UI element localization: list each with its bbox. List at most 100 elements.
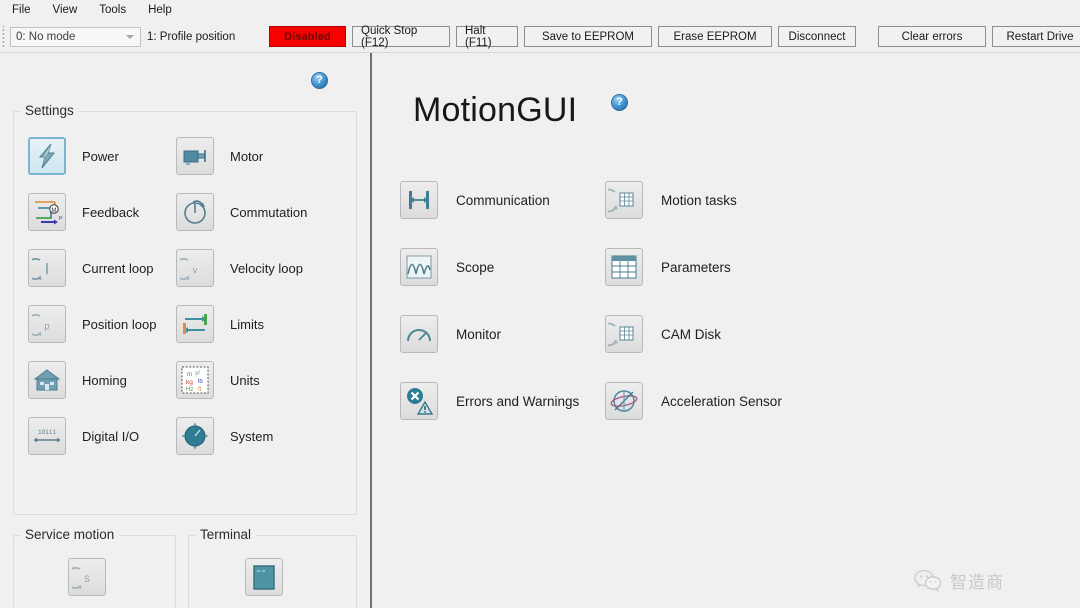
erase-eeprom-button[interactable]: Erase EEPROM	[658, 26, 772, 47]
terminal-legend: Terminal	[195, 527, 257, 542]
status-badge-label: Disabled	[284, 30, 331, 43]
settings-item-label: Current loop	[82, 260, 154, 276]
settings-item-units[interactable]: m s² kg lb Hz ft Units	[176, 361, 260, 399]
svg-text:v: v	[193, 265, 198, 275]
settings-item-label: Feedback	[82, 204, 140, 220]
main-item-label: Communication	[456, 192, 550, 208]
settings-pane: ? Settings Power Motor M P Feedback Comm…	[0, 53, 370, 608]
service-motion-s-icon: S	[68, 558, 106, 596]
settings-item-current-loop[interactable]: Current loop	[28, 249, 154, 287]
toolbar-drag-handle[interactable]	[1, 25, 8, 48]
motiongui-help-button[interactable]: ?	[611, 94, 628, 111]
settings-item-label: Homing	[82, 372, 127, 388]
svg-text:lb: lb	[198, 379, 203, 385]
settings-item-digital-io[interactable]: 10111 Digital I/O	[28, 417, 139, 455]
settings-item-label: Position loop	[82, 316, 157, 332]
settings-group-legend: Settings	[20, 103, 79, 118]
error-warning-icon	[400, 382, 438, 420]
terminal-item[interactable]	[245, 558, 283, 596]
svg-text:10111: 10111	[38, 429, 56, 436]
page-title: MotionGUI	[413, 91, 578, 129]
menu-item-file[interactable]: File	[8, 2, 42, 19]
service-motion-item[interactable]: S	[68, 558, 106, 596]
main-item-label: CAM Disk	[661, 326, 721, 342]
settings-item-velocity-loop[interactable]: v Velocity loop	[176, 249, 303, 287]
main-item-label: Acceleration Sensor	[661, 393, 782, 409]
acceleration-sensor-icon	[605, 382, 643, 420]
settings-item-motor[interactable]: Motor	[176, 137, 263, 175]
menu-item-view[interactable]: View	[49, 2, 89, 19]
cam-disk-icon	[605, 315, 643, 353]
svg-text:P: P	[59, 216, 63, 222]
commutation-dial-icon	[176, 193, 214, 231]
main-item-label: Errors and Warnings	[456, 393, 580, 409]
main-item-cam-disk[interactable]: CAM Disk	[605, 315, 721, 353]
settings-item-power[interactable]: Power	[28, 137, 119, 175]
limits-arrows-icon	[176, 305, 214, 343]
parameters-table-icon	[605, 248, 643, 286]
terminal-window-icon	[245, 558, 283, 596]
settings-item-label: Power	[82, 148, 119, 164]
svg-text:Hz: Hz	[186, 387, 193, 393]
settings-help-button[interactable]: ?	[311, 72, 328, 89]
settings-item-label: Limits	[230, 316, 264, 332]
main-item-label: Parameters	[661, 259, 731, 275]
settings-item-system[interactable]: System	[176, 417, 273, 455]
settings-item-limits[interactable]: Limits	[176, 305, 264, 343]
application-window: File View Tools Help 0: No mode 1: Profi…	[0, 0, 1080, 608]
settings-item-commutation[interactable]: Commutation	[176, 193, 307, 231]
watermark: 智造商	[913, 568, 1004, 593]
menu-item-help[interactable]: Help	[144, 2, 183, 19]
settings-item-label: Velocity loop	[230, 260, 303, 276]
service-motion-legend: Service motion	[20, 527, 120, 542]
disconnect-button[interactable]: Disconnect	[778, 26, 856, 47]
help-question-icon: ?	[311, 72, 328, 89]
settings-item-label: Commutation	[230, 204, 308, 220]
settings-item-feedback[interactable]: M P Feedback	[28, 193, 139, 231]
velocity-loop-icon: v	[176, 249, 214, 287]
current-loop-icon	[28, 249, 66, 287]
units-stamp-icon: m s² kg lb Hz ft	[176, 361, 214, 399]
main-item-communication[interactable]: Communication	[400, 181, 550, 219]
halt-button[interactable]: Halt (F11)	[456, 25, 518, 49]
menu-bar: File View Tools Help	[0, 0, 1080, 21]
main-item-parameters[interactable]: Parameters	[605, 248, 731, 286]
watermark-text: 智造商	[950, 573, 1004, 592]
main-item-motion-tasks[interactable]: Motion tasks	[605, 181, 737, 219]
communication-span-icon	[400, 181, 438, 219]
feedback-loop-icon: M P	[28, 193, 66, 231]
svg-text:p: p	[44, 321, 49, 331]
lightning-bolt-icon	[28, 137, 66, 175]
restart-drive-button[interactable]: Restart Drive	[992, 26, 1080, 47]
quick-stop-button[interactable]: Quick Stop (F12)	[352, 25, 450, 49]
save-to-eeprom-button[interactable]: Save to EEPROM	[524, 26, 652, 47]
profile-position-field: 1: Profile position	[141, 26, 269, 47]
svg-text:kg: kg	[186, 379, 193, 386]
wechat-icon	[913, 569, 943, 593]
motion-tasks-icon	[605, 181, 643, 219]
clear-errors-button[interactable]: Clear errors	[878, 26, 986, 47]
profile-position-value: 1: Profile position	[147, 30, 236, 43]
main-item-acceleration-sensor[interactable]: Acceleration Sensor	[605, 382, 782, 420]
motor-icon	[176, 137, 214, 175]
mode-select[interactable]: 0: No mode	[10, 26, 141, 47]
status-badge: Disabled	[269, 26, 346, 47]
main-item-errors-warnings[interactable]: Errors and Warnings	[400, 382, 579, 420]
system-globe-icon	[176, 417, 214, 455]
main-item-scope[interactable]: Scope	[400, 248, 494, 286]
chevron-down-icon	[126, 34, 134, 39]
position-loop-icon: p	[28, 305, 66, 343]
main-item-monitor[interactable]: Monitor	[400, 315, 501, 353]
main-item-label: Monitor	[456, 326, 502, 342]
settings-group: Settings Power Motor M P Feedback Commut…	[13, 103, 357, 515]
mode-select-value: 0: No mode	[16, 30, 76, 43]
main-toolbar: 0: No mode 1: Profile position Disabled …	[0, 21, 1080, 53]
svg-text:m: m	[187, 372, 192, 378]
settings-item-position-loop[interactable]: p Position loop	[28, 305, 156, 343]
service-motion-group: Service motion S	[13, 527, 176, 608]
menu-item-tools[interactable]: Tools	[95, 2, 137, 19]
settings-item-homing[interactable]: Homing	[28, 361, 127, 399]
motiongui-pane: MotionGUI ? Communication Motion tasks S…	[370, 53, 1080, 608]
home-house-icon	[28, 361, 66, 399]
main-item-label: Scope	[456, 259, 495, 275]
